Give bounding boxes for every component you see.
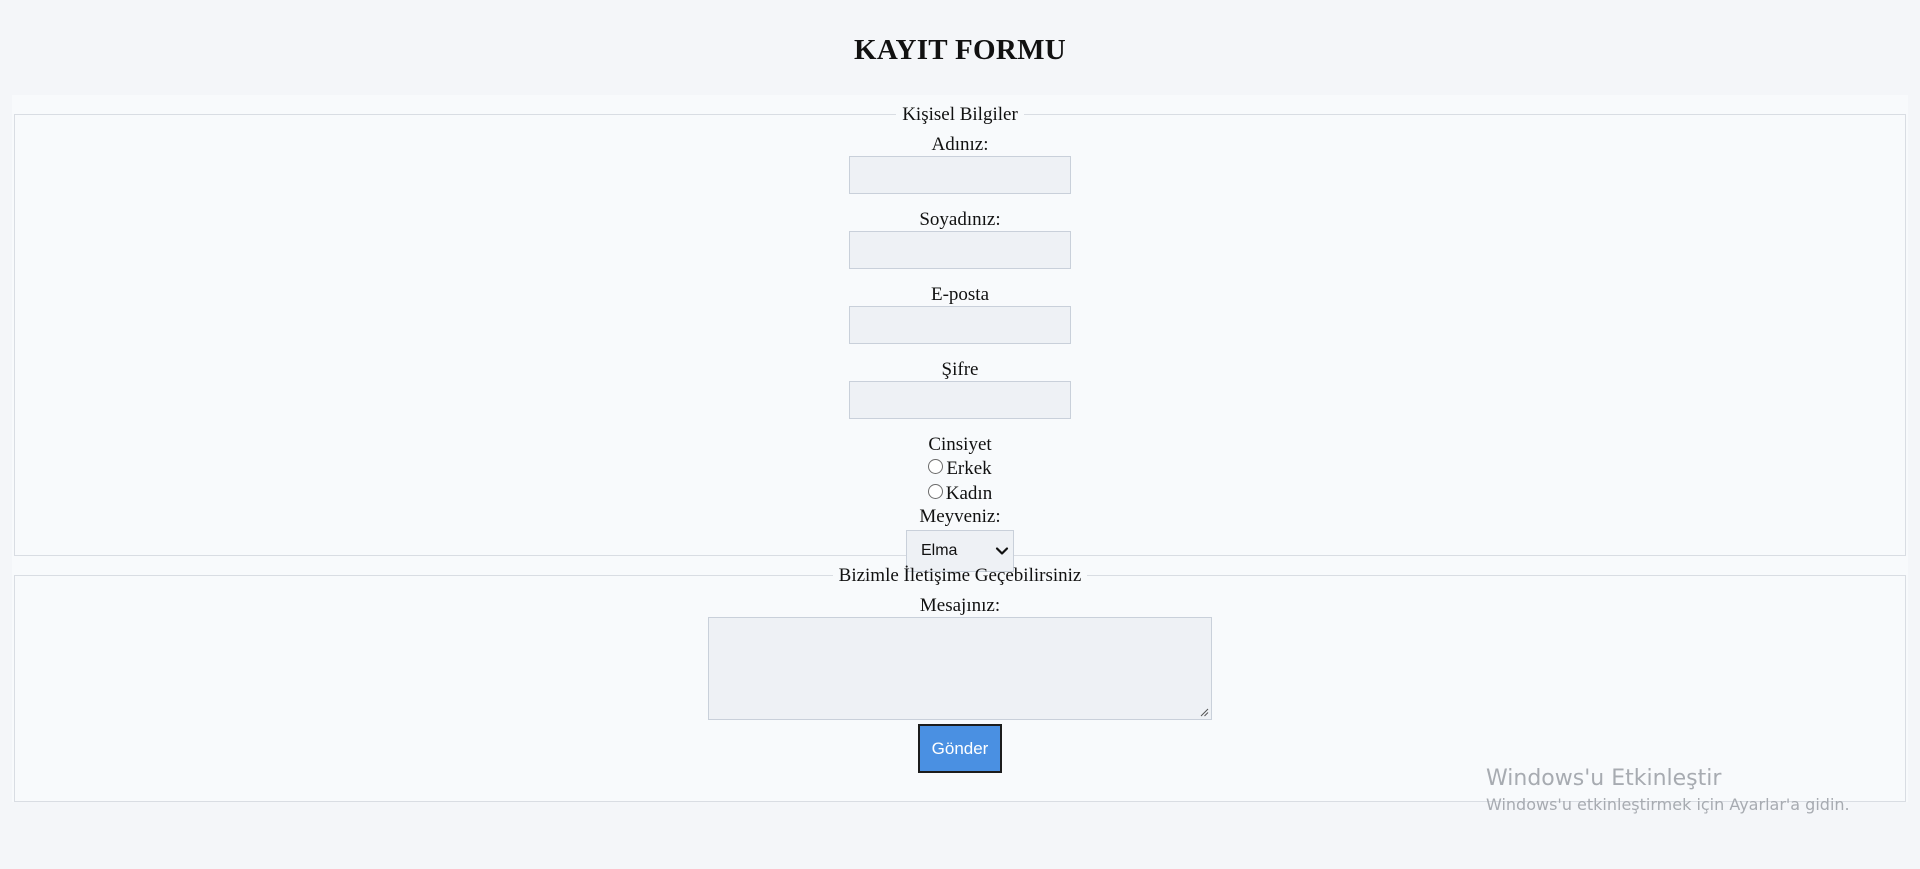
message-textarea[interactable] [708, 617, 1212, 720]
last-name-label: Soyadınız: [919, 209, 1001, 230]
windows-activation-watermark: Windows'u Etkinleştir Windows'u etkinleş… [1486, 764, 1850, 816]
first-name-label: Adınız: [931, 134, 989, 155]
page: KAYIT FORMU Kişisel Bilgiler Adınız: Soy… [0, 0, 1920, 869]
gender-option-female[interactable]: Kadın [927, 481, 993, 506]
resize-handle-icon[interactable] [1200, 708, 1209, 717]
gender-label: Cinsiyet [928, 434, 992, 455]
personal-info-legend: Kişisel Bilgiler [902, 104, 1018, 125]
password-label: Şifre [941, 359, 979, 380]
personal-info-fieldset: Kişisel Bilgiler Adınız: Soyadınız: E-po… [14, 104, 1906, 572]
registration-form: Kişisel Bilgiler Adınız: Soyadınız: E-po… [12, 95, 1908, 802]
last-name-input[interactable] [849, 231, 1071, 269]
password-input[interactable] [849, 381, 1071, 419]
gender-option-female-label: Kadın [945, 483, 993, 504]
contact-fields: Mesajınız: Gönder [15, 595, 1905, 773]
fruit-select-value: Elma [921, 542, 958, 559]
fruit-label: Meyveniz: [919, 506, 1001, 527]
chevron-down-icon [995, 547, 1009, 555]
watermark-subtitle: Windows'u etkinleştirmek için Ayarlar'a … [1486, 795, 1850, 814]
message-label: Mesajınız: [919, 595, 1001, 616]
radio-button-female[interactable] [927, 484, 943, 499]
watermark-title: Windows'u Etkinleştir [1486, 766, 1722, 791]
first-name-input[interactable] [849, 156, 1071, 194]
gender-option-male-label: Erkek [946, 458, 992, 479]
email-label: E-posta [930, 284, 990, 305]
contact-legend: Bizimle İletişime Geçebilirsiniz [838, 565, 1082, 586]
gender-option-male[interactable]: Erkek [928, 456, 992, 481]
radio-button-male[interactable] [928, 459, 944, 474]
submit-button[interactable]: Gönder [918, 724, 1002, 773]
personal-info-fields: Adınız: Soyadınız: E-posta Şifre Cinsiye… [15, 134, 1905, 572]
page-title: KAYIT FORMU [854, 34, 1066, 66]
email-input[interactable] [849, 306, 1071, 344]
